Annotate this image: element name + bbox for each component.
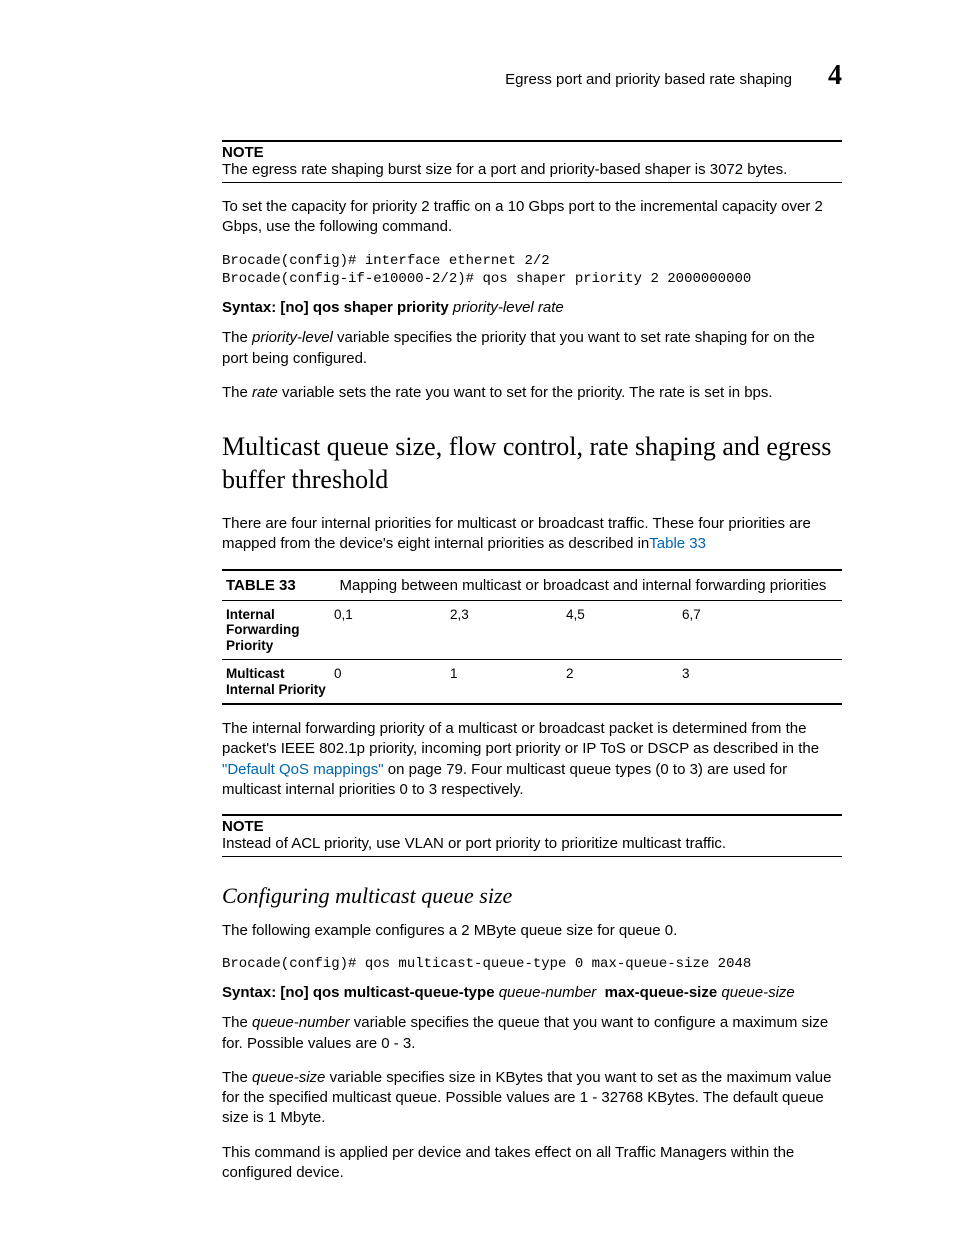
- syntax-arg: queue-number: [499, 984, 597, 1001]
- table-row: Multicast Internal Priority 0 1 2 3: [222, 660, 842, 705]
- note-text: Instead of ACL priority, use VLAN or por…: [222, 835, 842, 852]
- paragraph: The queue-number variable specifies the …: [222, 1013, 842, 1054]
- paragraph: There are four internal priorities for m…: [222, 514, 842, 555]
- document-page: Egress port and priority based rate shap…: [0, 0, 954, 1257]
- syntax-line: Syntax: [no] qos shaper priority priorit…: [222, 299, 842, 316]
- table-cell: 0,1: [330, 600, 446, 660]
- cross-reference-link[interactable]: "Default QoS mappings": [222, 761, 384, 778]
- syntax-command: [no] qos shaper priority: [280, 299, 448, 316]
- page-header: Egress port and priority based rate shap…: [222, 60, 842, 92]
- syntax-arg: queue-size: [721, 984, 794, 1001]
- note-text: The egress rate shaping burst size for a…: [222, 161, 842, 178]
- syntax-line: Syntax: [no] qos multicast-queue-type qu…: [222, 984, 842, 1001]
- syntax-keyword: max-queue-size: [605, 984, 718, 1001]
- syntax-args: priority-level rate: [453, 299, 564, 316]
- table-cell: 4,5: [562, 600, 678, 660]
- header-title: Egress port and priority based rate shap…: [505, 71, 792, 88]
- section-heading: Multicast queue size, flow control, rate…: [222, 431, 842, 496]
- note-label: NOTE: [222, 818, 842, 835]
- variable: queue-size: [252, 1069, 325, 1086]
- code-block: Brocade(config)# interface ethernet 2/2 …: [222, 252, 842, 290]
- table-title: Mapping between multicast or broadcast a…: [340, 577, 827, 594]
- table-row: Internal Forwarding Priority 0,1 2,3 4,5…: [222, 600, 842, 660]
- note-label: NOTE: [222, 144, 842, 161]
- note-box: NOTE Instead of ACL priority, use VLAN o…: [222, 814, 842, 857]
- row-label: Multicast Internal Priority: [222, 660, 330, 705]
- table-number: TABLE 33: [226, 577, 336, 594]
- table-link[interactable]: Table 33: [649, 535, 706, 552]
- syntax-prefix: Syntax:: [222, 984, 280, 1001]
- mapping-table: TABLE 33 Mapping between multicast or br…: [222, 569, 842, 706]
- paragraph: The following example configures a 2 MBy…: [222, 921, 842, 941]
- paragraph: This command is applied per device and t…: [222, 1143, 842, 1184]
- table-cell: 2,3: [446, 600, 562, 660]
- table-cell: 2: [562, 660, 678, 705]
- variable: queue-number: [252, 1014, 350, 1031]
- note-box: NOTE The egress rate shaping burst size …: [222, 140, 842, 183]
- chapter-number: 4: [828, 60, 842, 92]
- paragraph: The internal forwarding priority of a mu…: [222, 719, 842, 800]
- table-cell: 6,7: [678, 600, 794, 660]
- subsection-heading: Configuring multicast queue size: [222, 883, 842, 909]
- variable: priority-level: [252, 329, 333, 346]
- syntax-prefix: Syntax:: [222, 299, 280, 316]
- row-label: Internal Forwarding Priority: [222, 600, 330, 660]
- syntax-command: [no] qos multicast-queue-type: [280, 984, 494, 1001]
- table-cell: 3: [678, 660, 794, 705]
- paragraph: The rate variable sets the rate you want…: [222, 383, 842, 403]
- paragraph: The priority-level variable specifies th…: [222, 328, 842, 369]
- paragraph: The queue-size variable specifies size i…: [222, 1068, 842, 1129]
- table-cell: 0: [330, 660, 446, 705]
- paragraph: To set the capacity for priority 2 traff…: [222, 197, 842, 238]
- table-caption: TABLE 33 Mapping between multicast or br…: [222, 570, 842, 601]
- code-block: Brocade(config)# qos multicast-queue-typ…: [222, 955, 842, 974]
- variable: rate: [252, 384, 278, 401]
- table-cell: 1: [446, 660, 562, 705]
